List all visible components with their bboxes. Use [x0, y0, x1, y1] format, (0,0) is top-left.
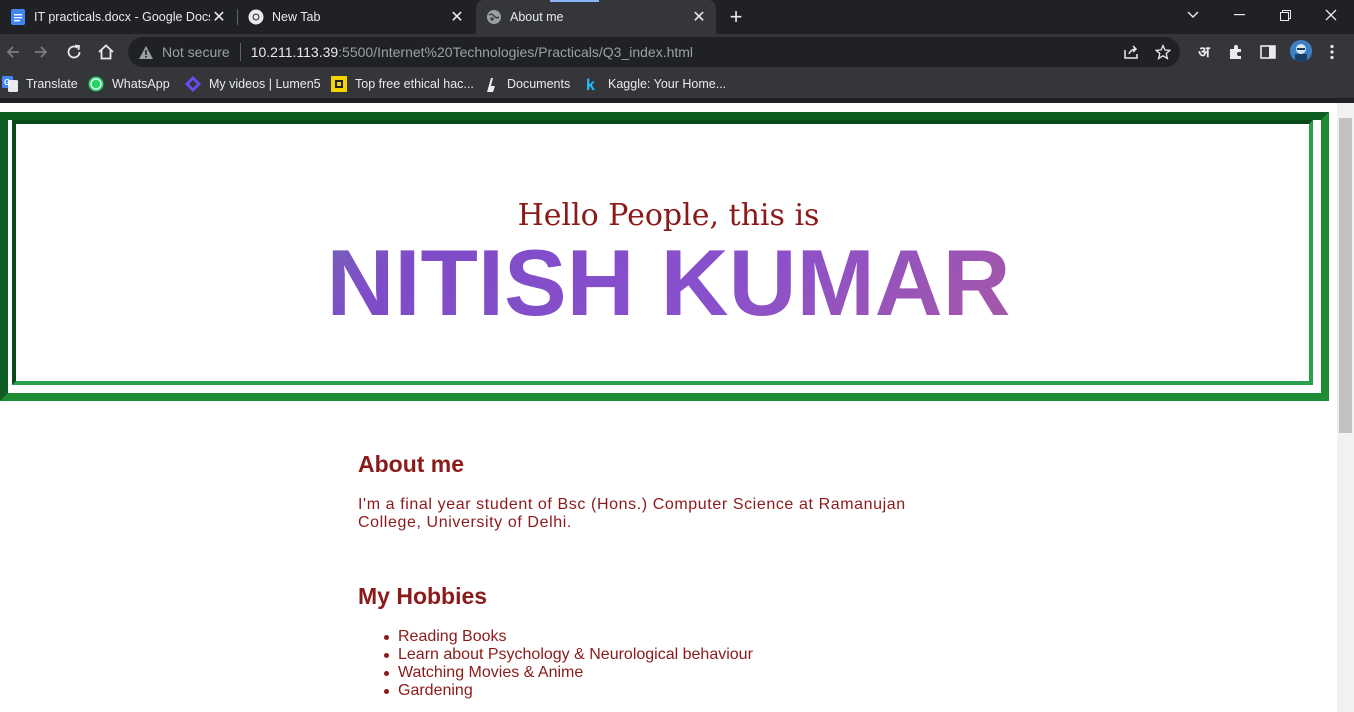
yellow-square-icon	[331, 76, 347, 92]
lumen5-icon	[185, 76, 201, 92]
bookmark-whatsapp[interactable]: WhatsApp	[88, 74, 170, 94]
restore-button[interactable]	[1262, 0, 1308, 30]
bookmark-lumen5[interactable]: My videos | Lumen5	[185, 74, 321, 94]
hobbies-heading: My Hobbies	[358, 583, 488, 609]
omnibox-divider	[239, 43, 241, 61]
bookmark-kaggle[interactable]: k Kaggle: Your Home...	[584, 74, 726, 94]
list-item: Learn about Psychology & Neurological be…	[384, 646, 753, 663]
svg-text:k: k	[586, 77, 595, 92]
list-item: Watching Movies & Anime	[384, 664, 753, 682]
about-heading: About me	[358, 451, 465, 477]
new-tab-button[interactable]: +	[724, 4, 748, 29]
bookmark-label: Translate	[26, 77, 78, 91]
hobbies-list: Reading Books Learn about Psychology & N…	[384, 628, 753, 700]
extensions-puzzle-icon[interactable]	[1226, 42, 1246, 62]
tab-new-tab[interactable]: New Tab ✕	[238, 0, 474, 34]
about-paragraph: I'm a final year student of Bsc (Hons.) …	[358, 496, 906, 531]
security-label[interactable]: Not secure	[162, 44, 230, 60]
bookmarks-bar: G Translate WhatsApp My videos | Lumen5 …	[0, 70, 1354, 98]
bookmark-star-icon[interactable]	[1154, 43, 1172, 61]
header-banner: Hello People, this is NITISH KUMAR	[0, 112, 1329, 401]
tab-title: New Tab	[272, 10, 321, 24]
url-host: 10.211.113.39	[250, 44, 339, 60]
warning-icon[interactable]	[138, 44, 154, 60]
globe-icon	[486, 9, 502, 25]
kaggle-icon: k	[584, 76, 600, 92]
tab-title: About me	[510, 10, 564, 24]
list-item: Reading Books	[384, 628, 753, 646]
chrome-icon	[248, 9, 264, 25]
home-button[interactable]	[93, 39, 119, 65]
close-icon[interactable]: ✕	[210, 8, 228, 26]
google-translate-icon: G	[2, 76, 18, 92]
list-item: Gardening	[384, 682, 753, 700]
svg-text:G: G	[4, 78, 10, 87]
loading-indicator	[550, 0, 599, 2]
bookmark-documents[interactable]: Documents	[483, 74, 570, 94]
tab-about-me[interactable]: About me ✕	[476, 0, 716, 34]
url-text[interactable]: 10.211.113.39:5500/Internet%20Technologi…	[251, 44, 693, 60]
bookmark-label: Kaggle: Your Home...	[608, 77, 727, 91]
documents-icon	[483, 76, 499, 92]
tab-google-docs[interactable]: IT practicals.docx - Google Docs ✕	[0, 0, 236, 34]
close-icon[interactable]: ✕	[690, 8, 708, 26]
minimize-button[interactable]	[1216, 0, 1262, 30]
side-panel-icon[interactable]	[1258, 42, 1278, 62]
tab-title: IT practicals.docx - Google Docs	[34, 10, 210, 24]
bookmark-translate[interactable]: G Translate	[2, 74, 78, 94]
profile-avatar[interactable]	[1290, 40, 1312, 62]
page-viewport: Hello People, this is NITISH KUMAR About…	[0, 103, 1337, 712]
name-heading: NITISH KUMAR	[8, 236, 1329, 330]
bookmark-label: Documents	[507, 77, 571, 91]
url-path: :5500/Internet%20Technologies/Practicals…	[338, 44, 694, 60]
bookmark-label: My videos | Lumen5	[209, 77, 321, 91]
menu-kebab-icon[interactable]	[1322, 42, 1342, 62]
bookmark-label: WhatsApp	[112, 77, 170, 91]
toolbar: Not secure 10.211.113.39:5500/Internet%2…	[0, 34, 1354, 70]
whatsapp-icon	[88, 76, 104, 92]
scrollbar-thumb[interactable]	[1339, 118, 1352, 433]
vertical-scrollbar[interactable]	[1337, 103, 1354, 712]
bookmark-label: Top free ethical hac...	[355, 77, 474, 91]
close-icon[interactable]: ✕	[448, 8, 466, 26]
back-button[interactable]	[0, 39, 26, 65]
reload-button[interactable]	[61, 39, 87, 65]
forward-button[interactable]	[28, 39, 54, 65]
share-icon[interactable]	[1122, 43, 1140, 61]
address-bar[interactable]: Not secure 10.211.113.39:5500/Internet%2…	[128, 37, 1180, 67]
translate-page-icon[interactable]: अ	[1194, 42, 1214, 62]
google-docs-icon	[10, 9, 26, 25]
greeting-text: Hello People, this is	[517, 198, 820, 233]
bookmark-ethical-hacking[interactable]: Top free ethical hac...	[331, 74, 474, 94]
close-window-button[interactable]	[1308, 0, 1354, 30]
tab-strip: IT practicals.docx - Google Docs ✕ New T…	[0, 0, 1354, 34]
tab-search-chevron-icon[interactable]	[1170, 0, 1216, 30]
